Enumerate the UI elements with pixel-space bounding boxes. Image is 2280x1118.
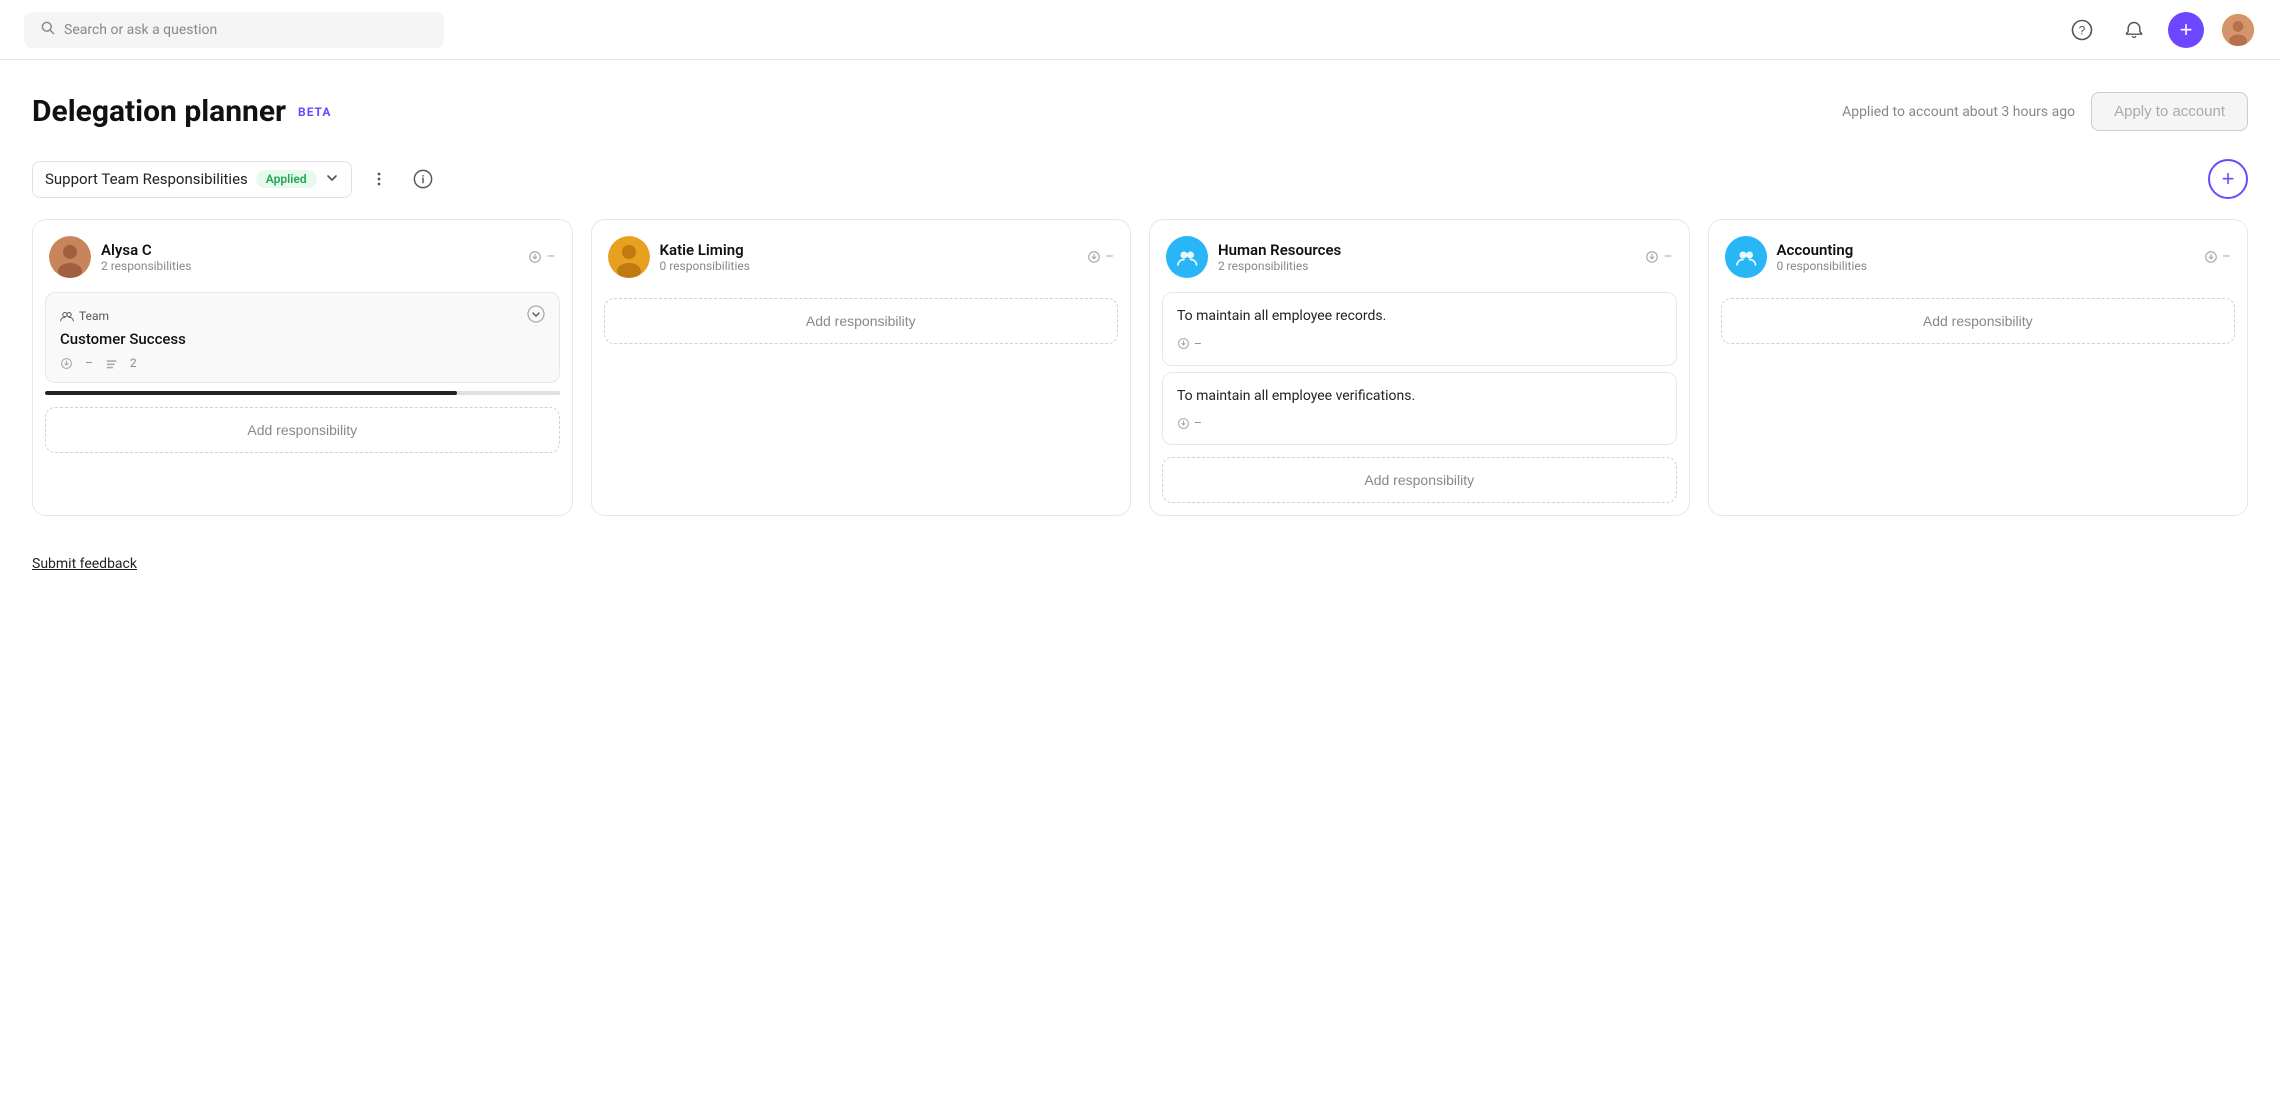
card-person-hr: Human Resources 2 responsibilities	[1166, 236, 1341, 278]
topnav: Search or ask a question ? +	[0, 0, 2280, 60]
card-menu-alysa: –	[528, 249, 555, 265]
apply-to-account-button[interactable]: Apply to account	[2091, 92, 2248, 131]
tile-progress-fill	[45, 391, 457, 395]
card-header-alysa: Alysa C 2 responsibilities –	[33, 220, 572, 286]
add-resp-btn-accounting[interactable]: Add responsibility	[1721, 298, 2236, 344]
card-person-accounting: Accounting 0 responsibilities	[1725, 236, 1867, 278]
hr-resp-tile-1[interactable]: To maintain all employee records. –	[1162, 292, 1677, 366]
cards-grid: Alysa C 2 responsibilities –	[32, 219, 2248, 516]
applied-badge: Applied	[256, 170, 317, 188]
hr-resp-tile-2[interactable]: To maintain all employee verifications. …	[1162, 372, 1677, 446]
add-plan-icon: +	[2222, 168, 2235, 190]
header-right: Applied to account about 3 hours ago App…	[1842, 92, 2248, 131]
toolbar: Support Team Responsibilities Applied	[32, 159, 2248, 199]
team-tile-header: Team	[60, 305, 545, 326]
add-nav-btn[interactable]: +	[2168, 12, 2204, 48]
card-menu-accounting: –	[2204, 249, 2231, 265]
more-options-btn[interactable]	[362, 162, 396, 196]
plan-selector[interactable]: Support Team Responsibilities Applied	[32, 161, 352, 198]
card-person-alysa: Alysa C 2 responsibilities	[49, 236, 191, 278]
team-name: Customer Success	[60, 330, 545, 348]
toolbar-right: +	[2208, 159, 2248, 199]
info-btn[interactable]	[406, 162, 440, 196]
hr-resp-footer-2: –	[1177, 416, 1662, 430]
tile-count: 2	[130, 356, 137, 370]
hr-resp-content-2: To maintain all employee verifications.	[1177, 387, 1662, 407]
person-card-katie: Katie Liming 0 responsibilities – Add re…	[591, 219, 1132, 516]
person-info-alysa: Alysa C 2 responsibilities	[101, 241, 191, 273]
page-title-group: Delegation planner BETA	[32, 94, 331, 129]
person-card-accounting: Accounting 0 responsibilities – Add resp…	[1708, 219, 2249, 516]
hr-resp-content-1: To maintain all employee records.	[1177, 307, 1662, 327]
person-card-alysa: Alysa C 2 responsibilities –	[32, 219, 573, 516]
person-name-hr: Human Resources	[1218, 241, 1341, 259]
card-header-hr: Human Resources 2 responsibilities –	[1150, 220, 1689, 286]
bell-icon-btn[interactable]	[2116, 12, 2152, 48]
submit-feedback-link[interactable]: Submit feedback	[32, 556, 137, 572]
applied-status-text: Applied to account about 3 hours ago	[1842, 104, 2075, 120]
avatar-hr	[1166, 236, 1208, 278]
team-label: Team	[60, 309, 109, 323]
add-resp-btn-hr[interactable]: Add responsibility	[1162, 457, 1677, 503]
page-title: Delegation planner	[32, 94, 286, 129]
card-dash-hr: –	[1663, 249, 1672, 265]
card-dash-accounting: –	[2222, 249, 2231, 265]
svg-text:?: ?	[2079, 23, 2086, 37]
tile-progress	[45, 391, 560, 395]
help-icon-btn[interactable]: ?	[2064, 12, 2100, 48]
person-name-accounting: Accounting	[1777, 241, 1867, 259]
person-name-katie: Katie Liming	[660, 241, 750, 259]
add-plan-btn[interactable]: +	[2208, 159, 2248, 199]
avatar-alysa	[49, 236, 91, 278]
search-bar[interactable]: Search or ask a question	[24, 12, 444, 48]
card-header-accounting: Accounting 0 responsibilities –	[1709, 220, 2248, 286]
card-dash-katie: –	[1105, 249, 1114, 265]
avatar-accounting	[1725, 236, 1767, 278]
card-menu-hr: –	[1645, 249, 1672, 265]
search-icon	[40, 20, 56, 40]
plan-name: Support Team Responsibilities	[45, 170, 248, 188]
tile-footer: – 2	[60, 356, 545, 370]
resp-count-katie: 0 responsibilities	[660, 259, 750, 273]
team-label-text: Team	[79, 309, 109, 323]
tile-clock-dash: –	[85, 356, 93, 370]
add-resp-btn-katie[interactable]: Add responsibility	[604, 298, 1119, 344]
hr-resp-2-clock: –	[1194, 416, 1202, 430]
chevron-down-icon	[325, 170, 339, 189]
user-avatar-nav[interactable]	[2220, 12, 2256, 48]
person-info-accounting: Accounting 0 responsibilities	[1777, 241, 1867, 273]
person-info-katie: Katie Liming 0 responsibilities	[660, 241, 750, 273]
team-tile-customer-success[interactable]: Team Customer Success	[45, 292, 560, 383]
resp-count-accounting: 0 responsibilities	[1777, 259, 1867, 273]
collapse-team-btn[interactable]	[527, 305, 545, 326]
page-header: Delegation planner BETA Applied to accou…	[32, 92, 2248, 131]
avatar-katie	[608, 236, 650, 278]
card-dash-alysa: –	[546, 249, 555, 265]
person-info-hr: Human Resources 2 responsibilities	[1218, 241, 1341, 273]
resp-count-alysa: 2 responsibilities	[101, 259, 191, 273]
add-resp-btn-alysa[interactable]: Add responsibility	[45, 407, 560, 453]
card-menu-katie: –	[1087, 249, 1114, 265]
card-person-katie: Katie Liming 0 responsibilities	[608, 236, 750, 278]
beta-badge: BETA	[298, 105, 331, 119]
resp-count-hr: 2 responsibilities	[1218, 259, 1341, 273]
card-header-katie: Katie Liming 0 responsibilities –	[592, 220, 1131, 286]
person-card-hr: Human Resources 2 responsibilities – To …	[1149, 219, 1690, 516]
hr-resp-footer-1: –	[1177, 337, 1662, 351]
toolbar-left: Support Team Responsibilities Applied	[32, 161, 440, 198]
search-placeholder: Search or ask a question	[64, 22, 217, 38]
nav-icons: ? +	[2064, 12, 2256, 48]
hr-resp-1-clock: –	[1194, 337, 1202, 351]
person-name-alysa: Alysa C	[101, 241, 191, 259]
plus-icon: +	[2180, 19, 2193, 41]
page-content: Delegation planner BETA Applied to accou…	[0, 60, 2280, 516]
